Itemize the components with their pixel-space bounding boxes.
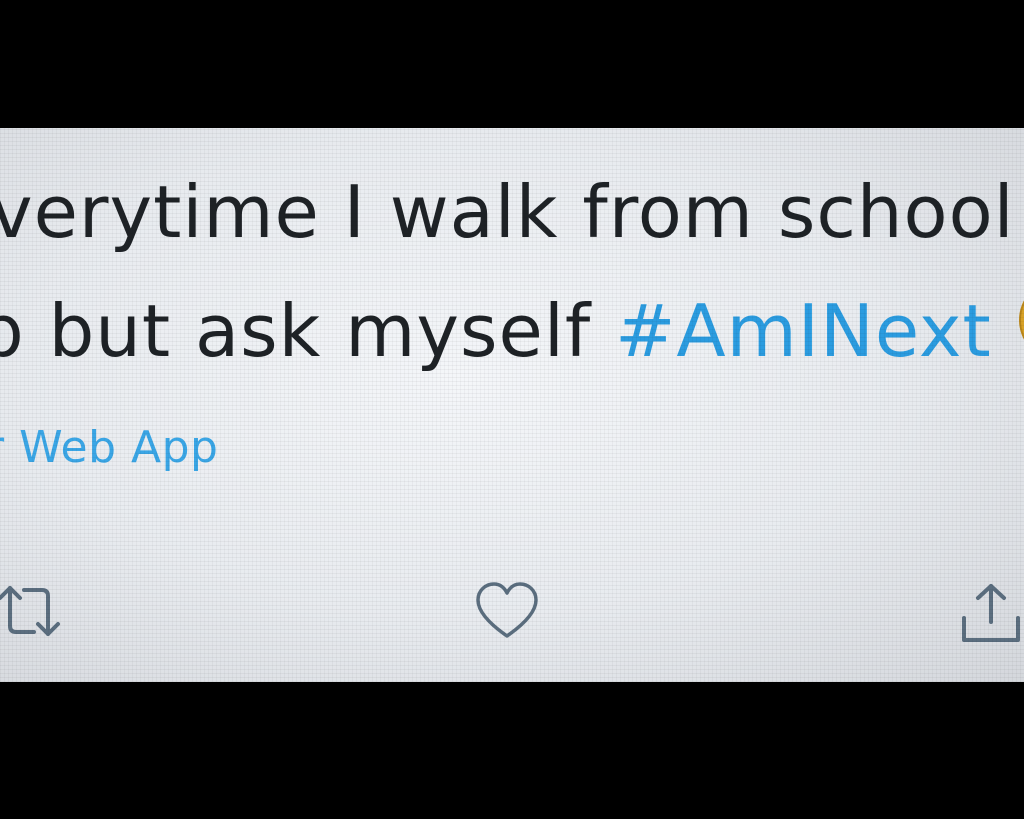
weary-face-emoji xyxy=(1018,278,1024,362)
retweet-button[interactable] xyxy=(0,582,66,642)
tweet-screen: verytime I walk from school to p but ask… xyxy=(0,128,1024,682)
tweet-text-plain: p but ask myself xyxy=(0,289,616,373)
share-icon xyxy=(958,582,1024,646)
hashtag-link[interactable]: #AmINext xyxy=(615,289,992,373)
letterbox-bottom xyxy=(0,682,1024,819)
share-button[interactable] xyxy=(958,582,1024,646)
heart-icon xyxy=(474,580,540,642)
tweet-text-line-1: verytime I walk from school to xyxy=(0,170,1024,254)
letterbox-top xyxy=(0,0,1024,128)
retweet-icon xyxy=(0,582,66,642)
tweet-text-line-2: p but ask myself #AmINext xyxy=(0,278,1024,367)
tweet-source-link[interactable]: r Web App xyxy=(0,422,218,473)
like-button[interactable] xyxy=(474,580,540,642)
